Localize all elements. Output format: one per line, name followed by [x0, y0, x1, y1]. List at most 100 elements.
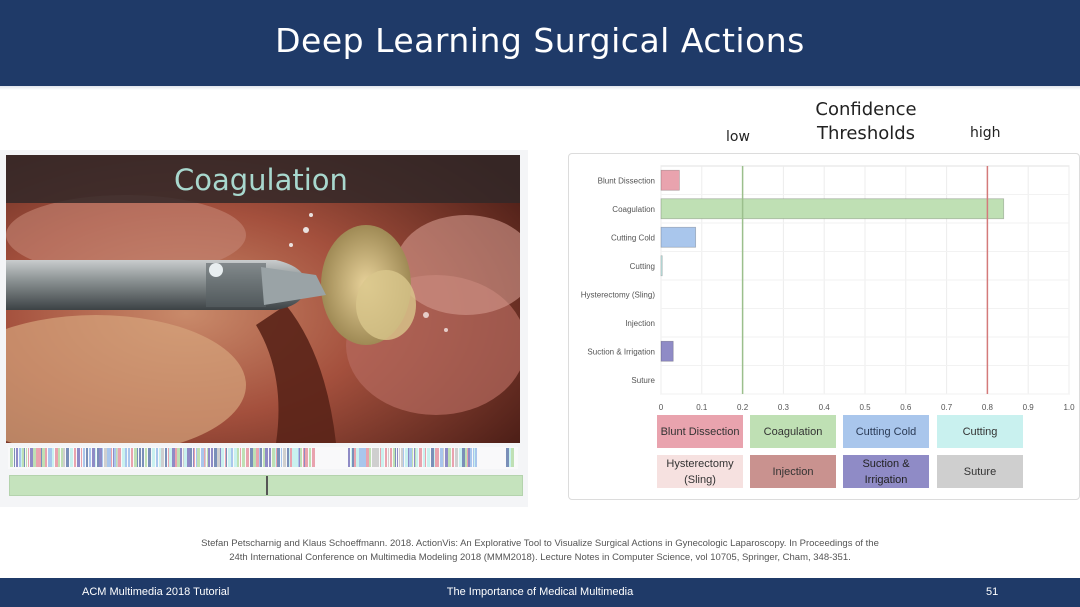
timeline-segment [462, 448, 465, 467]
timeline-segment [380, 448, 381, 467]
action-timeline-strip[interactable] [8, 447, 518, 469]
timeline-segment [242, 448, 245, 467]
video-action-label: Coagulation [174, 163, 348, 197]
timeline-segment [234, 448, 237, 467]
bar-cutting-cold[interactable] [660, 226, 697, 248]
timeline-segment [250, 448, 253, 467]
timeline-segment [201, 448, 204, 467]
bar-suction-irrigation[interactable] [660, 340, 674, 362]
timeline-segment [42, 448, 45, 467]
timeline-segment [445, 448, 448, 467]
timeline-segment [506, 448, 509, 467]
high-threshold-label: high [970, 125, 1001, 141]
legend-item-cutting-cold[interactable]: Cutting Cold [843, 415, 929, 448]
legend-item-cutting[interactable]: Cutting [937, 415, 1023, 448]
timeline-segment [184, 448, 187, 467]
timeline-segment [75, 448, 76, 467]
timeline-segment [427, 448, 430, 467]
timeline-segment [128, 448, 129, 467]
timeline-segment [95, 448, 96, 467]
bar-blunt-dissection[interactable] [660, 169, 680, 191]
timeline-segment [26, 448, 27, 467]
timeline-segment [300, 448, 302, 467]
citation: Stefan Petscharnig and Klaus Schoeffmann… [150, 537, 930, 565]
timeline-segment [197, 448, 200, 467]
timeline-segment [275, 448, 276, 467]
citation-line-2: 24th International Conference on Multime… [229, 552, 851, 563]
timeline-segment [156, 448, 158, 467]
timeline-segment [14, 448, 15, 467]
timeline-segment [159, 448, 161, 467]
timeline-segment [274, 448, 275, 467]
video-scrub-bar[interactable] [9, 475, 523, 496]
legend-item-coagulation[interactable]: Coagulation [750, 415, 836, 448]
timeline-segment [12, 448, 13, 467]
timeline-barcode [10, 448, 514, 467]
timeline-segment [366, 448, 369, 467]
playhead-marker[interactable] [266, 476, 268, 495]
timeline-segment [214, 448, 217, 467]
timeline-segment [269, 448, 271, 467]
timeline-segment [180, 448, 182, 467]
slide-header: Deep Learning Surgical Actions [0, 0, 1080, 86]
timeline-segment [263, 448, 265, 467]
timeline-segment [473, 448, 474, 467]
timeline-segment [193, 448, 194, 467]
timeline-segment [276, 448, 277, 467]
legend-item-blunt-dissection[interactable]: Blunt Dissection [657, 415, 743, 448]
timeline-segment [231, 448, 233, 467]
timeline-segment [443, 448, 444, 467]
timeline-segment [298, 448, 299, 467]
timeline-segment [145, 448, 147, 467]
timeline-segment [259, 448, 260, 467]
timeline-segment [81, 448, 82, 467]
timeline-segment [52, 448, 54, 467]
legend-item-suction-irrigation[interactable]: Suction & Irrigation [843, 455, 929, 488]
timeline-segment [36, 448, 38, 467]
timeline-segment [390, 448, 392, 467]
timeline-segment [423, 448, 425, 467]
timeline-segment [292, 448, 295, 467]
bar-coagulation[interactable] [660, 198, 1005, 220]
timeline-segment [306, 448, 308, 467]
y-tick-label: Suture [631, 376, 655, 385]
timeline-segment [148, 448, 151, 467]
timeline-segment [77, 448, 80, 467]
timeline-segment [48, 448, 50, 467]
timeline-segment [74, 448, 75, 467]
timeline-segment [97, 448, 99, 467]
timeline-segment [187, 448, 190, 467]
timeline-segment [118, 448, 121, 467]
bar-cutting[interactable] [660, 255, 663, 277]
legend-item-suture[interactable]: Suture [937, 455, 1023, 488]
timeline-segment [414, 448, 415, 467]
legend-item-injection[interactable]: Injection [750, 455, 836, 488]
x-tick-label: 0.3 [778, 403, 790, 410]
timeline-segment [256, 448, 259, 467]
timeline-segment [183, 448, 184, 467]
surgical-video-frame[interactable]: Coagulation [6, 155, 520, 443]
timeline-segment [92, 448, 95, 467]
footer-talk-title: The Importance of Medical Multimedia [446, 586, 634, 598]
timeline-segment [102, 448, 103, 467]
y-tick-label: Cutting Cold [611, 233, 655, 242]
timeline-segment [61, 448, 63, 467]
timeline-segment [474, 448, 475, 467]
timeline-segment [438, 448, 439, 467]
timeline-segment [172, 448, 175, 467]
slide-title: Deep Learning Surgical Actions [275, 20, 805, 60]
timeline-segment [58, 448, 60, 467]
x-tick-label: 0.6 [900, 403, 912, 410]
timeline-segment [289, 448, 290, 467]
timeline-segment [129, 448, 130, 467]
y-tick-label: Suction & Irrigation [587, 347, 655, 356]
x-tick-label: 0.8 [982, 403, 994, 410]
timeline-segment [208, 448, 210, 467]
timeline-segment [33, 448, 36, 467]
confidence-thresholds-title: Confidence Thresholds [815, 99, 917, 144]
legend-item-hysterectomy-sling[interactable]: Hysterectomy (Sling) [657, 455, 743, 488]
timeline-segment [207, 448, 208, 467]
timeline-segment [465, 448, 467, 467]
timeline-segment [253, 448, 256, 467]
timeline-segment [30, 448, 33, 467]
